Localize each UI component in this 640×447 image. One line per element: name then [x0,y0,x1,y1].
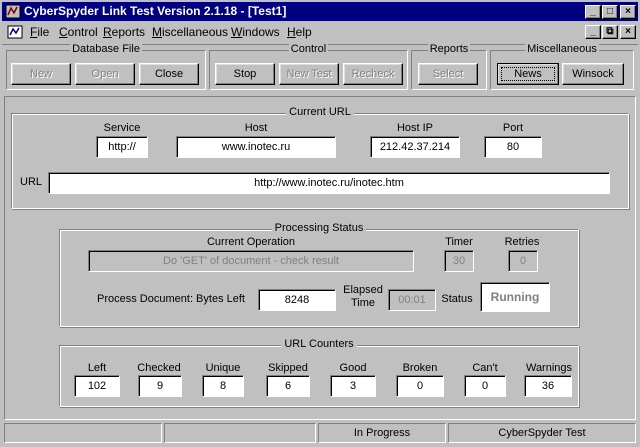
minimize-button[interactable]: _ [585,5,601,19]
checked-counter-label: Checked [137,362,181,374]
menu-bar: File Control Reports Miscellaneous Windo… [2,22,638,42]
news-button[interactable]: News [497,63,559,85]
broken-counter-label: Broken [402,362,438,374]
cant-counter-field: 0 [464,375,506,397]
url-counters-title: URL Counters [281,338,357,350]
mdi-restore-button[interactable]: ⧉ [602,25,618,39]
port-field[interactable]: 80 [484,136,542,158]
left-counter-label: Left [87,362,107,374]
statusbar-panel-4: CyberSpyder Test [448,423,636,443]
service-field[interactable]: http:// [96,136,148,158]
skipped-counter-field: 6 [266,375,310,397]
select-button[interactable]: Select [418,63,478,85]
control-group: Control Stop New Test Recheck [209,43,408,90]
control-label: Control [288,43,329,55]
checked-counter-field: 9 [138,375,182,397]
maximize-button[interactable]: □ [602,5,618,19]
processing-status-title: Processing Status [271,222,367,234]
close-db-button[interactable]: Close [139,63,199,85]
database-file-label: Database File [70,43,142,55]
status-field: Running [480,282,550,312]
elapsed-time-field: 00:01 [388,289,436,311]
timer-label: Timer [445,236,473,248]
new-button[interactable]: New [11,63,71,85]
left-counter-field: 102 [74,375,120,397]
time-label: Time [350,297,376,309]
good-counter-field: 3 [330,375,376,397]
client-area: Current URL Service http:// Host www.ino… [4,96,636,420]
reports-group: Reports Select [411,43,487,90]
new-test-button[interactable]: New Test [279,63,339,85]
retries-label: Retries [504,236,540,248]
port-label: Port [502,122,524,134]
close-button[interactable]: × [620,5,636,19]
cant-counter-label: Can't [472,362,498,374]
menu-miscellaneous[interactable]: Miscellaneous [152,25,228,39]
app-icon [5,4,21,19]
winsock-button[interactable]: Winsock [562,63,624,85]
statusbar-panel-3: In Progress [318,423,446,443]
unique-counter-field: 8 [202,375,244,397]
menu-reports[interactable]: Reports [103,25,145,39]
toolbar: Database File New Open Close Control Sto… [2,43,638,92]
url-field[interactable]: http://www.inotec.ru/inotec.htm [48,172,610,194]
host-label: Host [244,122,268,134]
current-operation-field: Do 'GET' of document - check result [88,250,414,272]
statusbar-panel-2 [164,423,316,443]
statusbar-panel-1 [4,423,162,443]
current-url-group: Current URL Service http:// Host www.ino… [11,106,629,209]
menu-help[interactable]: Help [287,25,312,39]
processing-status-group: Processing Status Current Operation Do '… [59,222,579,327]
open-button[interactable]: Open [75,63,135,85]
url-label: URL [20,176,43,188]
stop-button[interactable]: Stop [215,63,275,85]
app-window: CyberSpyder Link Test Version 2.1.18 - [… [0,0,640,447]
database-file-group: Database File New Open Close [6,43,206,90]
bytes-left-label: Process Document: Bytes Left [97,293,245,305]
warnings-counter-field: 36 [524,375,572,397]
reports-label: Reports [427,43,471,55]
current-operation-label: Current Operation [206,236,296,248]
host-ip-field[interactable]: 212.42.37.214 [370,136,460,158]
unique-counter-label: Unique [205,362,241,374]
broken-counter-field: 0 [396,375,444,397]
good-counter-label: Good [339,362,367,374]
menu-control[interactable]: Control [59,25,98,39]
elapsed-label: Elapsed [343,284,383,296]
status-label: Status [441,293,473,305]
url-counters-group: URL Counters Left 102 Checked 9 Unique 8… [59,338,579,407]
window-title: CyberSpyder Link Test Version 2.1.18 - [… [24,4,287,18]
service-label: Service [103,122,141,134]
mdi-minimize-button[interactable]: _ [585,25,601,39]
mdi-close-button[interactable]: × [620,25,636,39]
recheck-button[interactable]: Recheck [343,63,403,85]
title-bar[interactable]: CyberSpyder Link Test Version 2.1.18 - [… [2,2,638,21]
timer-field: 30 [444,250,474,272]
warnings-counter-label: Warnings [525,362,573,374]
miscellaneous-group: Miscellaneous News Winsock [490,43,634,90]
current-url-title: Current URL [286,106,354,118]
host-ip-label: Host IP [396,122,434,134]
document-icon[interactable] [7,24,23,40]
skipped-counter-label: Skipped [268,362,308,374]
menu-file[interactable]: File [30,25,49,39]
host-field[interactable]: www.inotec.ru [176,136,336,158]
bytes-left-field: 8248 [258,289,336,311]
menu-windows[interactable]: Windows [231,25,280,39]
miscellaneous-label: Miscellaneous [525,43,599,55]
retries-field: 0 [508,250,538,272]
